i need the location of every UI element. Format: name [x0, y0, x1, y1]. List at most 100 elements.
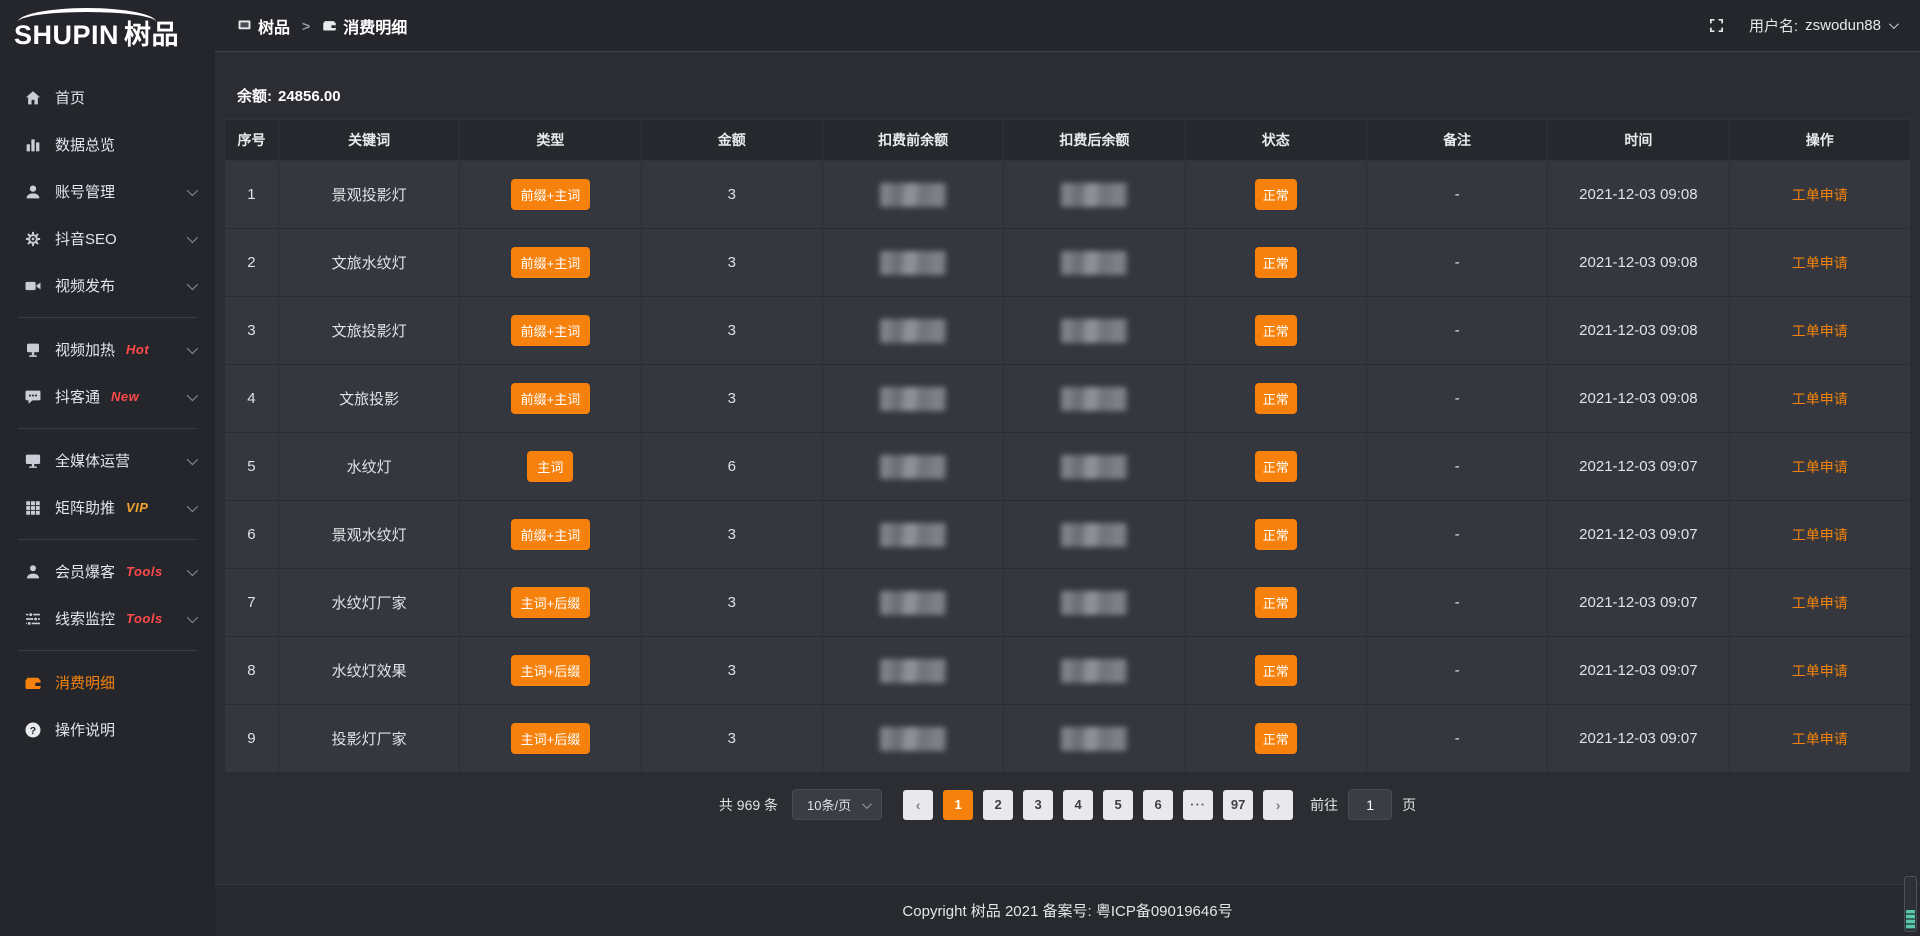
cell-action: 工单申请 — [1729, 297, 1910, 365]
sidebar-item-consumption-detail[interactable]: 消费明细 — [0, 659, 215, 706]
breadcrumb-shupin[interactable]: 树品 — [237, 14, 290, 38]
masked-value — [1061, 523, 1127, 547]
masked-value — [880, 183, 946, 207]
page-size-select[interactable]: 10条/页 — [792, 789, 882, 820]
username-label: 用户名: — [1749, 15, 1798, 36]
sidebar-item-operation-guide[interactable]: ?操作说明 — [0, 706, 215, 753]
app-root: SHUPIN树品 首页数据总览账号管理抖音SEO视频发布视频加热Hot抖客通Ne… — [0, 0, 1920, 936]
masked-value — [1061, 251, 1127, 275]
screen-icon — [23, 340, 42, 359]
page-button-5[interactable]: 5 — [1103, 790, 1133, 820]
work-order-apply-link[interactable]: 工单申请 — [1792, 459, 1848, 475]
sidebar-item-badge: VIP — [126, 500, 148, 515]
masked-value — [1061, 591, 1127, 615]
cell-balance-after — [1004, 433, 1185, 501]
cell-time: 2021-12-03 09:07 — [1548, 637, 1729, 705]
cell-action: 工单申请 — [1729, 365, 1910, 433]
cell-action: 工单申请 — [1729, 637, 1910, 705]
work-order-apply-link[interactable]: 工单申请 — [1792, 663, 1848, 679]
chevron-down-icon — [187, 564, 198, 575]
cell-amount: 3 — [641, 501, 822, 569]
sidebar-item-label: 矩阵助推 — [55, 497, 115, 518]
cell-amount: 3 — [641, 637, 822, 705]
sidebar-item-account-management[interactable]: 账号管理 — [0, 168, 215, 215]
cell-index: 7 — [225, 569, 279, 637]
column-header: 操作 — [1729, 120, 1910, 161]
home-icon — [23, 88, 42, 107]
content: 余额:24856.00 序号关键词类型金额扣费前余额扣费后余额状态备注时间操作 … — [215, 52, 1920, 936]
column-header: 时间 — [1548, 120, 1729, 161]
work-order-apply-link[interactable]: 工单申请 — [1792, 391, 1848, 407]
page-button-3[interactable]: 3 — [1023, 790, 1053, 820]
masked-value — [1061, 455, 1127, 479]
fullscreen-icon[interactable] — [1708, 17, 1725, 34]
page-button-6[interactable]: 6 — [1143, 790, 1173, 820]
sidebar-item-member-baoke[interactable]: 会员爆客Tools — [0, 548, 215, 595]
type-badge: 前缀+主词 — [511, 383, 591, 414]
page-button-1[interactable]: 1 — [943, 790, 973, 820]
next-page-button[interactable]: › — [1263, 790, 1293, 820]
status-badge: 正常 — [1255, 519, 1297, 550]
sidebar-item-douketong[interactable]: 抖客通New — [0, 373, 215, 420]
cell-type: 主词+后缀 — [460, 569, 641, 637]
balance-label: 余额: — [237, 88, 272, 105]
work-order-apply-link[interactable]: 工单申请 — [1792, 595, 1848, 611]
page-button-97[interactable]: 97 — [1223, 790, 1253, 820]
work-order-apply-link[interactable]: 工单申请 — [1792, 731, 1848, 747]
goto-page-input[interactable] — [1348, 789, 1392, 820]
work-order-apply-link[interactable]: 工单申请 — [1792, 527, 1848, 543]
logo-text: SHUPIN树品 — [14, 20, 215, 50]
sidebar-item-douyin-seo[interactable]: 抖音SEO — [0, 215, 215, 262]
cell-time: 2021-12-03 09:07 — [1548, 569, 1729, 637]
chevron-down-icon — [187, 231, 198, 242]
cell-action: 工单申请 — [1729, 569, 1910, 637]
sidebar-item-clue-monitor[interactable]: 线索监控Tools — [0, 595, 215, 642]
cell-balance-before — [822, 705, 1003, 773]
table-row: 4文旅投影前缀+主词3正常-2021-12-03 09:08工单申请 — [225, 365, 1911, 433]
table-row: 7水纹灯厂家主词+后缀3正常-2021-12-03 09:07工单申请 — [225, 569, 1911, 637]
cell-index: 2 — [225, 229, 279, 297]
prev-page-button[interactable]: ‹ — [903, 790, 933, 820]
cell-time: 2021-12-03 09:07 — [1548, 433, 1729, 501]
cell-time: 2021-12-03 09:07 — [1548, 501, 1729, 569]
breadcrumb-consumption-detail[interactable]: 消费明细 — [322, 14, 407, 38]
sidebar-item-home[interactable]: 首页 — [0, 74, 215, 121]
copyright-text: Copyright 树品 2021 备案号: 粤ICP备09019646号 — [902, 900, 1232, 921]
cell-keyword: 投影灯厂家 — [278, 705, 459, 773]
page-button-2[interactable]: 2 — [983, 790, 1013, 820]
masked-value — [1061, 387, 1127, 411]
sidebar-item-video-publish[interactable]: 视频发布 — [0, 262, 215, 309]
user-menu[interactable]: 用户名: zswodun88 — [1749, 15, 1896, 36]
sidebar-item-video-heat[interactable]: 视频加热Hot — [0, 326, 215, 373]
sidebar-item-data-overview[interactable]: 数据总览 — [0, 121, 215, 168]
work-order-apply-link[interactable]: 工单申请 — [1792, 187, 1848, 203]
sidebar-item-media-operation[interactable]: 全媒体运营 — [0, 437, 215, 484]
status-badge: 正常 — [1255, 247, 1297, 278]
column-header: 序号 — [225, 120, 279, 161]
page-ellipsis-button[interactable]: ··· — [1183, 790, 1213, 820]
cell-status: 正常 — [1185, 637, 1366, 705]
type-badge: 主词+后缀 — [511, 723, 591, 754]
gear-icon — [23, 229, 42, 248]
masked-value — [880, 251, 946, 275]
work-order-apply-link[interactable]: 工单申请 — [1792, 323, 1848, 339]
page-button-4[interactable]: 4 — [1063, 790, 1093, 820]
column-header: 状态 — [1185, 120, 1366, 161]
cell-remark: - — [1366, 637, 1547, 705]
table-row: 8水纹灯效果主词+后缀3正常-2021-12-03 09:07工单申请 — [225, 637, 1911, 705]
sidebar-divider — [18, 539, 197, 540]
cell-type: 前缀+主词 — [460, 501, 641, 569]
cell-status: 正常 — [1185, 433, 1366, 501]
chevron-down-icon — [187, 453, 198, 464]
wallet-small-icon — [322, 18, 337, 33]
balance-value: 24856.00 — [278, 88, 341, 105]
logo-latin: SHUPIN — [14, 20, 119, 50]
chevron-down-icon — [187, 184, 198, 195]
chevron-down-icon — [187, 342, 198, 353]
sidebar-item-matrix-boost[interactable]: 矩阵助推 VIP — [0, 484, 215, 531]
sidebar-divider — [18, 650, 197, 651]
sidebar-item-badge: Tools — [126, 564, 163, 579]
work-order-apply-link[interactable]: 工单申请 — [1792, 255, 1848, 271]
status-badge: 正常 — [1255, 655, 1297, 686]
scroll-widget[interactable] — [1904, 876, 1917, 932]
